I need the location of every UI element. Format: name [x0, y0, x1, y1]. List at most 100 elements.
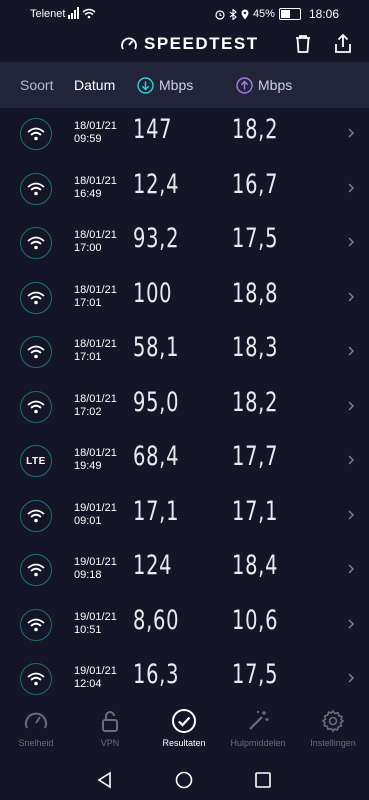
- sort-by-upload[interactable]: Mbps: [236, 76, 293, 94]
- result-time: 17:02: [74, 405, 102, 418]
- magic-wand-icon: [249, 711, 269, 730]
- upload-speed: 17,1: [232, 495, 279, 527]
- upload-speed: 18,4: [232, 550, 279, 581]
- result-time: 09:01: [74, 514, 102, 527]
- upload-speed: 18,8: [232, 277, 279, 309]
- chevron-right-icon: [348, 346, 355, 356]
- wifi-icon: [27, 291, 45, 304]
- download-arrow-icon: [137, 76, 154, 94]
- alarm-icon: [215, 9, 225, 20]
- chevron-right-icon: [348, 618, 355, 629]
- nav-resultaten[interactable]: Resultaten: [148, 708, 220, 748]
- result-datetime: 19/01/21 12:04: [74, 665, 117, 691]
- result-datetime: 18/01/21 17:01: [74, 338, 117, 364]
- download-unit-label: Mbps: [159, 77, 194, 93]
- nav-vpn[interactable]: VPN: [74, 708, 146, 748]
- wifi-icon: [27, 672, 45, 686]
- connection-type-badge: [20, 118, 52, 150]
- connection-type-badge: [20, 172, 52, 205]
- result-time: 16:49: [74, 187, 102, 200]
- result-time: 09:18: [74, 569, 102, 581]
- download-speed: 147: [133, 114, 173, 145]
- result-row[interactable]: LTE 18/01/21 19:49 68,4 17,7: [0, 435, 369, 490]
- sort-by-date[interactable]: Datum: [74, 77, 115, 93]
- result-datetime: 18/01/21 19:49: [74, 447, 117, 473]
- result-date: 19/01/21: [74, 610, 117, 623]
- result-row[interactable]: 19/01/21 12:04 16,3 17,5: [0, 653, 369, 702]
- chevron-right-icon: [348, 455, 355, 465]
- result-date: 18/01/21: [74, 229, 117, 241]
- download-speed: 58,1: [133, 332, 180, 363]
- chevron-right-icon: [348, 673, 355, 683]
- result-time: 10:51: [74, 623, 102, 636]
- result-time: 17:01: [74, 296, 102, 309]
- trash-icon[interactable]: [291, 32, 315, 56]
- nav-label: Snelheid: [18, 738, 54, 748]
- sort-by-download[interactable]: Mbps: [137, 76, 194, 94]
- download-speed: 12,4: [133, 168, 180, 200]
- result-date: 19/01/21: [74, 665, 117, 677]
- result-datetime: 19/01/21 10:51: [74, 611, 117, 637]
- result-datetime: 18/01/21 09:59: [74, 120, 117, 146]
- speedometer-logo-icon: [121, 37, 137, 50]
- download-speed: 100: [133, 277, 173, 309]
- wifi-icon: [27, 345, 45, 359]
- nav-label: VPN: [100, 738, 120, 748]
- result-date: 18/01/21: [74, 120, 117, 132]
- connection-type-badge: [20, 336, 52, 368]
- nav-hulpmiddelen[interactable]: Hulpmiddelen: [222, 708, 294, 748]
- wifi-icon: [27, 236, 45, 250]
- result-datetime: 18/01/21 17:01: [74, 284, 117, 310]
- result-date: 18/01/21: [74, 447, 117, 459]
- recents-icon[interactable]: [253, 770, 273, 790]
- connection-type-badge: [20, 281, 52, 314]
- nav-snelheid[interactable]: Snelheid: [0, 708, 72, 748]
- result-time: 12:04: [74, 678, 102, 690]
- result-datetime: 18/01/21 17:00: [74, 229, 117, 255]
- result-date: 18/01/21: [74, 392, 117, 405]
- result-row[interactable]: 18/01/21 17:00 93,2 17,5: [0, 217, 369, 272]
- result-row[interactable]: 18/01/21 16:49 12,4 16,7: [0, 163, 369, 218]
- gear-icon: [321, 709, 345, 733]
- result-date: 18/01/21: [74, 283, 117, 296]
- wifi-icon: [27, 618, 45, 631]
- sort-by-type[interactable]: Soort: [20, 77, 53, 93]
- upload-unit-label: Mbps: [258, 77, 293, 93]
- download-speed: 93,2: [133, 223, 180, 254]
- upload-arrow-icon: [236, 76, 253, 94]
- result-date: 18/01/21: [74, 174, 117, 187]
- result-row[interactable]: 18/01/21 17:01 100 18,8: [0, 272, 369, 327]
- results-list[interactable]: 18/01/21 09:59 147 18,2 18/01/21 16:49 12,4 16,…: [0, 108, 369, 702]
- app-logo: SPEEDTEST: [120, 34, 259, 54]
- result-time: 09:59: [74, 133, 102, 145]
- home-icon[interactable]: [174, 770, 194, 790]
- battery-percent: 45%: [252, 8, 275, 20]
- result-row[interactable]: 18/01/21 17:01 58,1 18,3: [0, 326, 369, 381]
- share-icon[interactable]: [331, 32, 355, 56]
- nav-instellingen[interactable]: Instellingen: [297, 708, 369, 748]
- nav-label: Instellingen: [310, 738, 356, 748]
- connection-type-badge: [20, 227, 52, 259]
- wifi-icon: [27, 400, 45, 413]
- upload-speed: 17,5: [232, 223, 279, 254]
- back-icon[interactable]: [95, 770, 115, 790]
- bluetooth-icon: [229, 8, 237, 20]
- nav-label: Hulpmiddelen: [230, 738, 286, 748]
- chevron-right-icon: [348, 182, 355, 193]
- location-icon: [241, 9, 249, 19]
- connection-type-badge: [20, 608, 52, 641]
- upload-speed: 17,7: [232, 441, 279, 472]
- result-row[interactable]: 19/01/21 09:01 17,1 17,1: [0, 490, 369, 545]
- result-datetime: 18/01/21 17:02: [74, 393, 117, 419]
- result-row[interactable]: 18/01/21 17:02 95,0 18,2: [0, 381, 369, 436]
- check-circle-icon: [172, 709, 196, 733]
- result-row[interactable]: 18/01/21 09:59 147 18,2: [0, 108, 369, 163]
- app-header: SPEEDTEST: [0, 28, 369, 62]
- result-datetime: 19/01/21 09:01: [74, 502, 117, 528]
- upload-speed: 17,5: [232, 659, 279, 690]
- result-row[interactable]: 19/01/21 09:18 124 18,4: [0, 544, 369, 599]
- connection-type-badge: [20, 554, 52, 586]
- result-datetime: 19/01/21 09:18: [74, 556, 117, 582]
- result-date: 18/01/21: [74, 338, 117, 350]
- result-row[interactable]: 19/01/21 10:51 8,60 10,6: [0, 599, 369, 654]
